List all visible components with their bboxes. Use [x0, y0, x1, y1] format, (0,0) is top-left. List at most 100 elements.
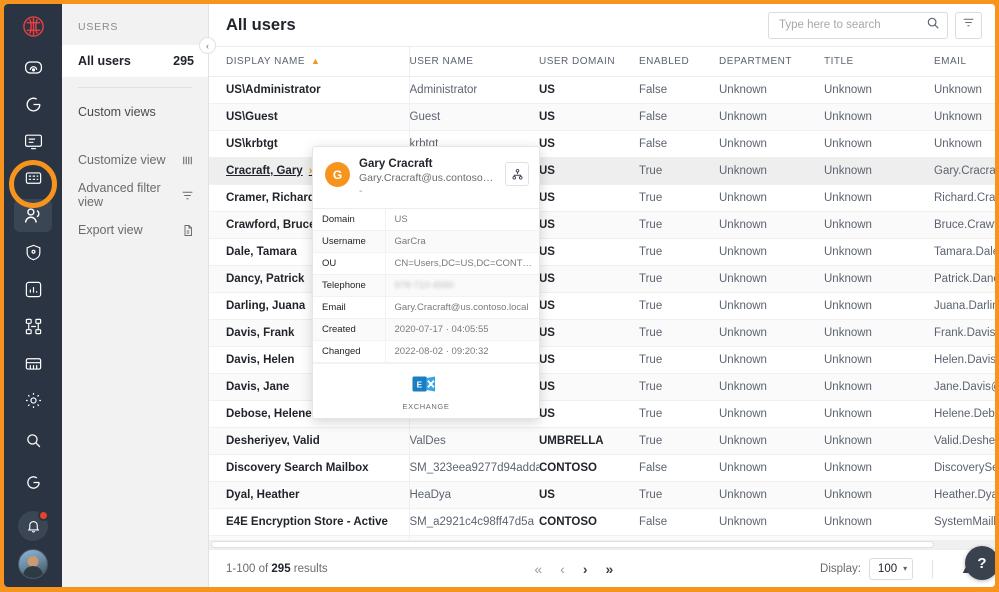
pagination-first-button[interactable]: « [534, 562, 542, 576]
rail-bottom-group [14, 421, 52, 587]
dashboard-icon[interactable] [14, 51, 52, 84]
panel-action-export-view-label: Export view [78, 223, 143, 237]
cell-display-name: Dyal, Heather [209, 482, 409, 509]
panel-item-all-users-count: 295 [173, 54, 194, 68]
column-header-email[interactable]: EMAIL [934, 47, 995, 77]
display-count-select[interactable]: 100 ▾ [869, 558, 913, 580]
panel-item-all-users[interactable]: All users 295 [62, 45, 208, 77]
cell-user-domain: US [539, 77, 639, 104]
pagination-prev-button[interactable]: ‹ [560, 562, 565, 576]
popover-field-value: CN=Users,DC=US,DC=CONTOSO,DC=lo... [385, 253, 539, 275]
cell-email: Unknown [934, 131, 995, 158]
column-header-department[interactable]: DEPARTMENT [719, 47, 824, 77]
search-icon[interactable] [14, 421, 52, 459]
cell-user-name: Administrator [409, 77, 539, 104]
table-row[interactable]: Desheriyev, ValidValDesUMBRELLATrueUnkno… [209, 428, 995, 455]
reports-icon[interactable] [14, 125, 52, 158]
cell-user-name: SM_323eea9277d94adda [409, 455, 539, 482]
users-table-head: DISPLAY NAME▲ USER NAME USER DOMAIN ENAB… [209, 47, 995, 77]
cell-display-name: US\Guest [209, 104, 409, 131]
cell-enabled: False [639, 509, 719, 536]
cell-title: Unknown [824, 293, 934, 320]
topology-icon[interactable] [14, 310, 52, 343]
network-icon[interactable] [14, 347, 52, 380]
panel-item-custom-views[interactable]: Custom views [62, 96, 208, 128]
popover-field-value: 978-710-4560 [385, 275, 539, 297]
table-row[interactable]: US\GuestGuestUSFalseUnknownUnknownUnknow… [209, 104, 995, 131]
exchange-logo-icon: E [411, 374, 441, 399]
cell-user-domain: US [539, 320, 639, 347]
search-icon[interactable] [926, 16, 940, 35]
cell-enabled: False [639, 455, 719, 482]
results-count: 1-100 of 295 results [226, 563, 328, 575]
popover-field-key: Username [313, 231, 385, 253]
cell-user-name: ValDes [409, 428, 539, 455]
cell-user-domain: US [539, 158, 639, 185]
column-header-user-name[interactable]: USER NAME [409, 47, 539, 77]
search-box[interactable] [768, 12, 948, 39]
filter-button[interactable] [955, 12, 982, 39]
table-row[interactable]: US\AdministratorAdministratorUSFalseUnkn… [209, 77, 995, 104]
cell-user-domain: US [539, 347, 639, 374]
refresh-icon[interactable] [14, 463, 52, 501]
pagination-next-button[interactable]: › [583, 562, 588, 576]
cell-user-domain: US [539, 239, 639, 266]
popover-field-row: Telephone978-710-4560 [313, 275, 539, 297]
cell-department: Unknown [719, 455, 824, 482]
cell-user-domain: US [539, 401, 639, 428]
cell-email: Valid.Desheriye [934, 428, 995, 455]
user-avatar[interactable] [18, 549, 48, 579]
notifications-bell-icon[interactable] [18, 511, 48, 541]
security-icon[interactable] [14, 236, 52, 269]
panel-action-advanced-filter-view[interactable]: Advanced filter view [62, 174, 208, 216]
cell-department: Unknown [719, 374, 824, 401]
cell-display-name: US\Administrator [209, 77, 409, 104]
analytics-icon[interactable] [14, 273, 52, 306]
devices-icon[interactable] [14, 162, 52, 195]
display-label: Display: [820, 563, 861, 575]
activity-icon[interactable] [14, 88, 52, 121]
pagination-last-button[interactable]: » [606, 562, 614, 576]
brand-logo-icon[interactable] [14, 10, 52, 43]
popover-header: G Gary Cracraft Gary.Cracraft@us.contoso… [313, 147, 539, 208]
cell-user-domain: UMBRELLA [539, 428, 639, 455]
cell-user-domain: US [539, 293, 639, 320]
help-button[interactable]: ? [965, 546, 995, 580]
cell-enabled: True [639, 374, 719, 401]
app-root: USERS All users 295 Custom views Customi… [0, 0, 999, 592]
column-header-display-name-label: DISPLAY NAME [226, 56, 305, 67]
popover-field-value: US [385, 209, 539, 231]
cell-email: Jane.Davis@us [934, 374, 995, 401]
column-header-title[interactable]: TITLE [824, 47, 934, 77]
search-input[interactable] [779, 19, 926, 31]
column-header-display-name[interactable]: DISPLAY NAME▲ [209, 47, 409, 77]
users-icon[interactable] [14, 199, 52, 232]
table-row[interactable]: Discovery Search MailboxSM_323eea9277d94… [209, 455, 995, 482]
display-count-group: Display: 100 ▾ ▲ [820, 558, 981, 580]
column-header-enabled[interactable]: ENABLED [639, 47, 719, 77]
org-chart-icon[interactable] [505, 162, 529, 186]
cell-enabled: True [639, 347, 719, 374]
settings-gear-icon[interactable] [14, 384, 52, 417]
cell-display-name: E4E Encryption Store - Active [209, 509, 409, 536]
popover-field-key: Created [313, 319, 385, 341]
cell-enabled: False [639, 77, 719, 104]
cell-title: Unknown [824, 428, 934, 455]
cell-user-domain: US [539, 212, 639, 239]
horizontal-scrollbar-thumb[interactable] [211, 541, 934, 548]
popover-field-value: 2022-08-02 · 09:20:32 [385, 341, 539, 363]
panel-action-export-view[interactable]: Export view [62, 216, 208, 244]
table-row[interactable]: E4E Encryption Store - ActiveSM_a2921c4c… [209, 509, 995, 536]
popover-avatar: G [325, 162, 350, 187]
cell-department: Unknown [719, 212, 824, 239]
table-row[interactable]: Dyal, HeatherHeaDyaUSTrueUnknownUnknownH… [209, 482, 995, 509]
panel-action-customize-view[interactable]: Customize view [62, 146, 208, 174]
panel-collapse-button[interactable]: ‹ [199, 37, 216, 54]
column-header-user-domain[interactable]: USER DOMAIN [539, 47, 639, 77]
popover-field-row: OUCN=Users,DC=US,DC=CONTOSO,DC=lo... [313, 253, 539, 275]
toolbar-right-group [768, 12, 982, 39]
cell-department: Unknown [719, 266, 824, 293]
horizontal-scrollbar[interactable] [209, 540, 995, 549]
cell-title: Unknown [824, 158, 934, 185]
cell-enabled: True [639, 293, 719, 320]
